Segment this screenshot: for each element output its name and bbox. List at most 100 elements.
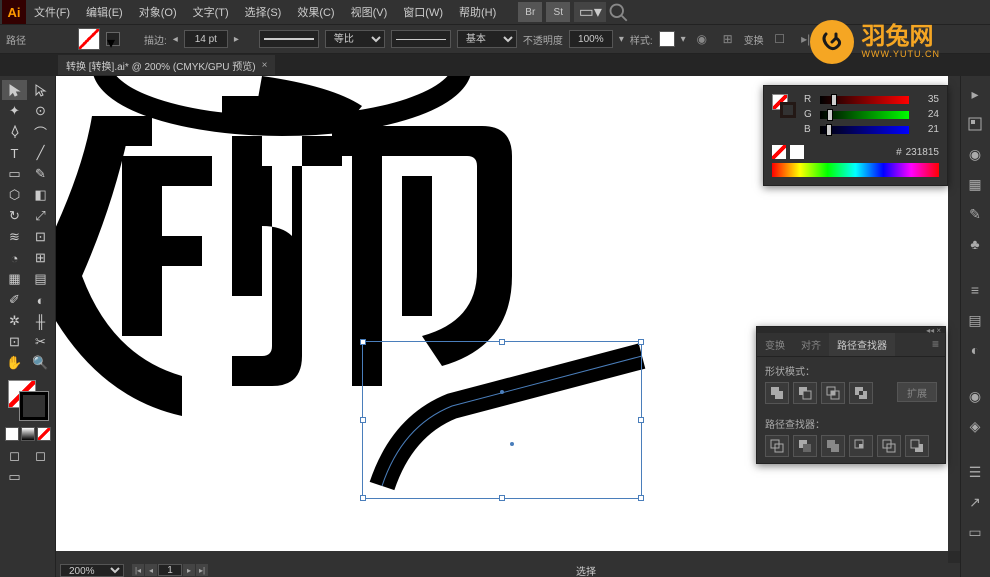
document-tab[interactable]: 转换 [转换].ai* @ 200% (CMYK/GPU 预览) ×	[58, 55, 275, 75]
menu-type[interactable]: 文字(T)	[185, 0, 237, 24]
symbols-icon[interactable]: ♣	[963, 232, 987, 256]
eraser-tool[interactable]: ◧	[28, 185, 53, 205]
screen-mode-2[interactable]	[28, 467, 53, 487]
menu-view[interactable]: 视图(V)	[343, 0, 396, 24]
isolate-icon[interactable]: ☐	[770, 30, 790, 48]
r-value[interactable]: 35	[915, 94, 939, 105]
search-icon[interactable]	[608, 2, 628, 22]
vertical-scrollbar[interactable]	[948, 76, 960, 551]
intersect-button[interactable]	[821, 382, 845, 404]
transparency-icon[interactable]: ◐	[963, 338, 987, 362]
asset-export-icon[interactable]: ↗	[963, 490, 987, 514]
artboard-tool[interactable]: ⊡	[2, 332, 27, 352]
stock-button[interactable]: St	[546, 2, 570, 22]
zoom-tool[interactable]: 🔍	[28, 353, 53, 373]
arrange-dropdown[interactable]: ▭▾	[574, 2, 606, 22]
r-slider[interactable]	[820, 96, 909, 104]
graphic-styles-icon[interactable]: ◈	[963, 414, 987, 438]
expand-button[interactable]: 扩展	[897, 382, 937, 402]
panel-menu-icon[interactable]: ≡	[926, 333, 945, 356]
lasso-tool[interactable]: ⊙	[28, 101, 53, 121]
merge-button[interactable]	[821, 435, 845, 457]
recolor-icon[interactable]: ◉	[692, 30, 712, 48]
opacity-input[interactable]	[569, 30, 613, 48]
selection-bbox[interactable]	[362, 341, 642, 499]
width-tool[interactable]: ≋	[2, 227, 27, 247]
color-icon[interactable]: ◉	[963, 142, 987, 166]
eyedropper-tool[interactable]: ✐	[2, 290, 27, 310]
hand-tool[interactable]: ✋	[2, 353, 27, 373]
screen-mode[interactable]: ▭	[2, 467, 27, 487]
free-transform-tool[interactable]: ⊡	[28, 227, 53, 247]
g-value[interactable]: 24	[915, 109, 939, 120]
stroke-icon[interactable]: ≡	[963, 278, 987, 302]
menu-object[interactable]: 对象(O)	[131, 0, 185, 24]
minus-back-button[interactable]	[905, 435, 929, 457]
type-tool[interactable]: T	[2, 143, 27, 163]
fill-stroke-swatch[interactable]	[8, 380, 48, 420]
gradient-tool[interactable]: ▤	[28, 269, 53, 289]
menu-help[interactable]: 帮助(H)	[451, 0, 504, 24]
graph-tool[interactable]: ╫	[28, 311, 53, 331]
menu-edit[interactable]: 编辑(E)	[78, 0, 131, 24]
curvature-tool[interactable]: ⌒	[28, 122, 53, 142]
menu-file[interactable]: 文件(F)	[26, 0, 78, 24]
page-input[interactable]	[158, 564, 182, 576]
stroke-swatch[interactable]	[780, 102, 796, 118]
tab-transform[interactable]: 变换	[757, 333, 793, 356]
close-icon[interactable]: ×	[262, 60, 268, 71]
first-page[interactable]: |◂	[132, 564, 144, 576]
b-slider[interactable]	[820, 126, 909, 134]
gradient-icon[interactable]: ▤	[963, 308, 987, 332]
slice-tool[interactable]: ✂	[28, 332, 53, 352]
magic-wand-tool[interactable]: ✦	[2, 101, 27, 121]
blend-tool[interactable]: ◐	[28, 290, 53, 310]
b-value[interactable]: 21	[915, 124, 939, 135]
color-mode[interactable]	[5, 427, 19, 441]
libraries-icon[interactable]	[963, 112, 987, 136]
pen-tool[interactable]	[2, 122, 27, 142]
g-slider[interactable]	[820, 111, 909, 119]
stroke-color[interactable]	[20, 392, 48, 420]
brushes-icon[interactable]: ✎	[963, 202, 987, 226]
stepper-up-icon[interactable]: ▸	[234, 34, 239, 45]
brush-def[interactable]	[391, 30, 451, 48]
none-mode[interactable]	[37, 427, 51, 441]
appearance-icon[interactable]: ◉	[963, 384, 987, 408]
profile-select[interactable]: 基本	[457, 30, 517, 48]
hex-value[interactable]: 231815	[906, 147, 939, 158]
swatches-icon[interactable]: ▦	[963, 172, 987, 196]
last-page[interactable]: ▸|	[196, 564, 208, 576]
spectrum-bar[interactable]	[772, 163, 939, 177]
exclude-button[interactable]	[849, 382, 873, 404]
uniform-select[interactable]: 等比	[325, 30, 385, 48]
menu-effect[interactable]: 效果(C)	[289, 0, 342, 24]
trim-button[interactable]	[793, 435, 817, 457]
crop-button[interactable]	[849, 435, 873, 457]
rectangle-tool[interactable]: ▭	[2, 164, 27, 184]
direct-select-tool[interactable]	[28, 80, 53, 100]
unite-button[interactable]	[765, 382, 789, 404]
chevron-down-icon[interactable]: ▾	[619, 34, 624, 45]
shape-builder-tool[interactable]: ◔	[2, 248, 27, 268]
zoom-select[interactable]: 200%	[60, 564, 124, 577]
width-profile[interactable]	[259, 30, 319, 48]
selection-tool[interactable]	[2, 80, 27, 100]
tab-align[interactable]: 对齐	[793, 333, 829, 356]
mesh-tool[interactable]: ▦	[2, 269, 27, 289]
shaper-tool[interactable]: ⬡	[2, 185, 27, 205]
fill-picker[interactable]: ▾	[106, 32, 120, 46]
menu-select[interactable]: 选择(S)	[237, 0, 290, 24]
transform-label[interactable]: 变换	[744, 32, 764, 47]
fill-swatch[interactable]	[78, 28, 100, 50]
draw-behind[interactable]: ◻	[28, 446, 53, 466]
bridge-button[interactable]: Br	[518, 2, 542, 22]
perspective-tool[interactable]: ⊞	[28, 248, 53, 268]
style-swatch[interactable]	[659, 31, 675, 47]
layers-icon[interactable]: ☰	[963, 460, 987, 484]
artboards-icon[interactable]: ▭	[963, 520, 987, 544]
none-swatch[interactable]	[772, 145, 786, 159]
prev-page[interactable]: ◂	[145, 564, 157, 576]
minus-front-button[interactable]	[793, 382, 817, 404]
draw-normal[interactable]: ◻	[2, 446, 27, 466]
